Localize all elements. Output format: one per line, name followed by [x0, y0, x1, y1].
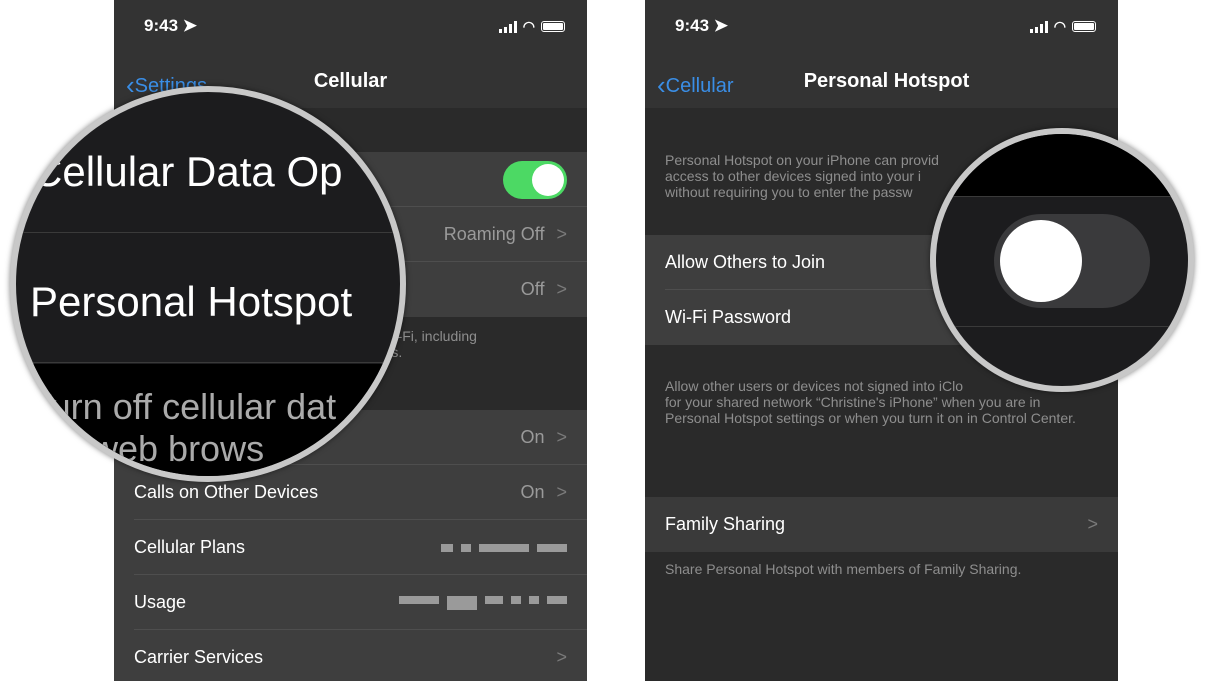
signal-icon: [1029, 20, 1048, 33]
chevron-right-icon: >: [556, 224, 567, 244]
row-value: On: [520, 427, 545, 447]
chevron-right-icon: >: [556, 427, 567, 447]
family-sharing-row[interactable]: Family Sharing >: [645, 497, 1118, 552]
redacted-value: [399, 595, 567, 610]
cellular-data-toggle[interactable]: [503, 160, 567, 199]
status-time: 9:43: [675, 16, 710, 35]
magnified-text: Cellular Data Op: [32, 148, 343, 195]
magnified-text: Personal Hotspot: [30, 278, 353, 325]
row-label: Calls on Other Devices: [134, 482, 319, 502]
magnified-text: il, web brows: [56, 428, 265, 469]
chevron-right-icon: >: [556, 482, 567, 502]
chevron-right-icon: >: [1087, 514, 1098, 534]
magnifier-cellular: Cellular Data Op Personal Hotspot Turn o…: [10, 86, 406, 482]
status-time: 9:43: [144, 16, 179, 35]
status-bar: 9:43 ➤ ◠: [144, 16, 565, 38]
magnified-text: Turn off cellular dat: [30, 386, 337, 427]
signal-icon: [498, 20, 517, 33]
row-value: On: [520, 482, 545, 502]
row-label: Allow Others to Join: [665, 252, 826, 272]
wifi-icon: ◠: [522, 18, 535, 34]
page-title: Personal Hotspot: [803, 70, 970, 92]
battery-icon: [541, 21, 565, 32]
family-sharing-footer: Share Personal Hotspot with members of F…: [665, 561, 1022, 577]
usage-row[interactable]: Usage: [114, 575, 587, 630]
row-label: Usage: [134, 592, 187, 612]
row-label: Cellular Plans: [134, 537, 246, 557]
row-label: Carrier Services: [134, 647, 264, 667]
chevron-right-icon: >: [556, 279, 567, 299]
row-value: Off: [520, 279, 545, 299]
battery-icon: [1072, 21, 1096, 32]
location-icon: ➤: [182, 16, 198, 35]
row-value: Roaming Off: [443, 224, 545, 244]
magnifier-toggle: [930, 128, 1194, 392]
wifi-icon: ◠: [1053, 18, 1066, 34]
redacted-value: [441, 543, 567, 552]
carrier-services-row[interactable]: Carrier Services >: [114, 630, 587, 681]
row-label: Family Sharing: [665, 514, 786, 534]
nav-bar: 9:43 ➤ ◠ ‹Cellular Personal Hotspot: [645, 0, 1118, 108]
allow-others-toggle[interactable]: [994, 214, 1150, 308]
status-bar: 9:43 ➤ ◠: [675, 16, 1096, 38]
cellular-plans-row[interactable]: Cellular Plans: [114, 520, 587, 575]
chevron-right-icon: >: [556, 647, 567, 667]
location-icon: ➤: [713, 16, 729, 35]
row-label: Wi-Fi Password: [665, 307, 792, 327]
